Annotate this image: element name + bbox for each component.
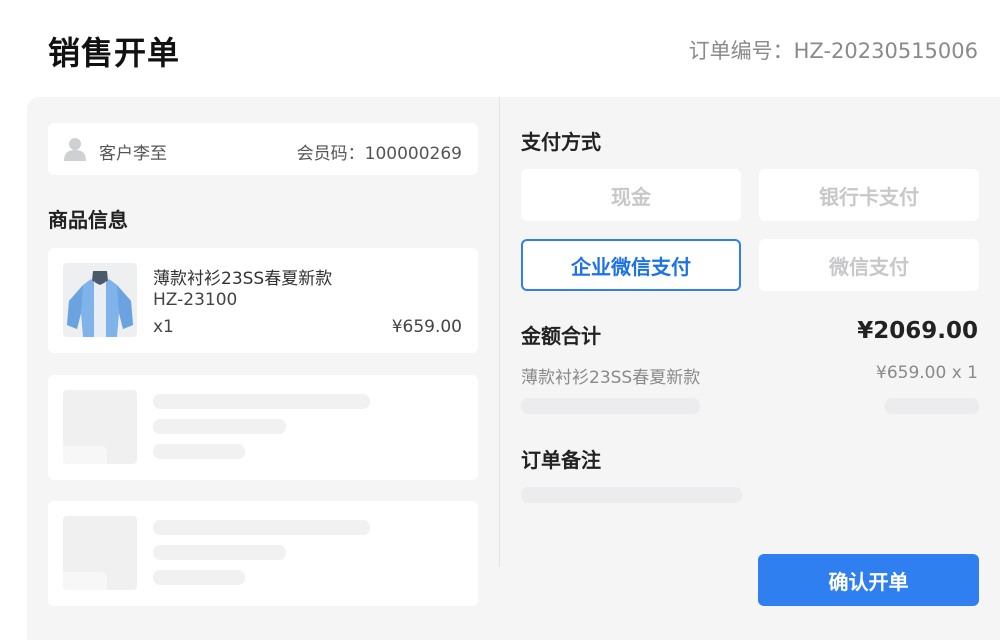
product-code: HZ-23100 xyxy=(153,290,238,310)
product-placeholder-card xyxy=(48,375,478,480)
remark-input[interactable] xyxy=(521,487,742,503)
placeholder-line xyxy=(153,520,370,535)
order-number: 订单编号：HZ-20230515006 xyxy=(688,39,978,63)
pay-bank-card-button[interactable]: 银行卡支付 xyxy=(759,169,979,221)
customer-name: 客户李至 xyxy=(99,144,167,164)
total-amount: ¥2069.00 xyxy=(857,318,978,344)
person-icon xyxy=(64,137,86,161)
placeholder-line xyxy=(153,570,245,585)
summary-line-price: ¥659.00 x 1 xyxy=(876,363,978,383)
confirm-order-button[interactable]: 确认开单 xyxy=(758,554,979,606)
pay-wecom-button[interactable]: 企业微信支付 xyxy=(521,239,741,291)
placeholder-line xyxy=(153,444,245,459)
pay-cash-button[interactable]: 现金 xyxy=(521,169,741,221)
total-label: 金额合计 xyxy=(521,324,601,348)
products-section-title: 商品信息 xyxy=(48,208,128,232)
summary-line-name: 薄款衬衫23SS春夏新款 xyxy=(521,368,701,388)
placeholder-image xyxy=(63,390,137,464)
pay-wechat-button[interactable]: 微信支付 xyxy=(759,239,979,291)
placeholder-line xyxy=(885,398,979,414)
placeholder-line xyxy=(153,545,286,560)
customer-card[interactable]: 客户李至 会员码：100000269 xyxy=(48,123,478,175)
product-card[interactable]: 薄款衬衫23SS春夏新款 HZ-23100 x1 ¥659.00 xyxy=(48,248,478,353)
placeholder-line xyxy=(153,394,370,409)
placeholder-line xyxy=(521,398,700,414)
product-quantity: x1 xyxy=(153,317,174,337)
product-thumbnail xyxy=(63,263,137,337)
remark-section-title: 订单备注 xyxy=(521,448,601,472)
product-placeholder-card xyxy=(48,501,478,606)
placeholder-line xyxy=(153,419,286,434)
member-code: 会员码：100000269 xyxy=(296,144,462,164)
placeholder-image xyxy=(63,516,137,590)
page-title: 销售开单 xyxy=(48,34,181,72)
product-name: 薄款衬衫23SS春夏新款 xyxy=(153,269,333,289)
payment-section-title: 支付方式 xyxy=(521,130,601,154)
column-divider xyxy=(499,97,500,567)
product-price: ¥659.00 xyxy=(391,317,462,337)
